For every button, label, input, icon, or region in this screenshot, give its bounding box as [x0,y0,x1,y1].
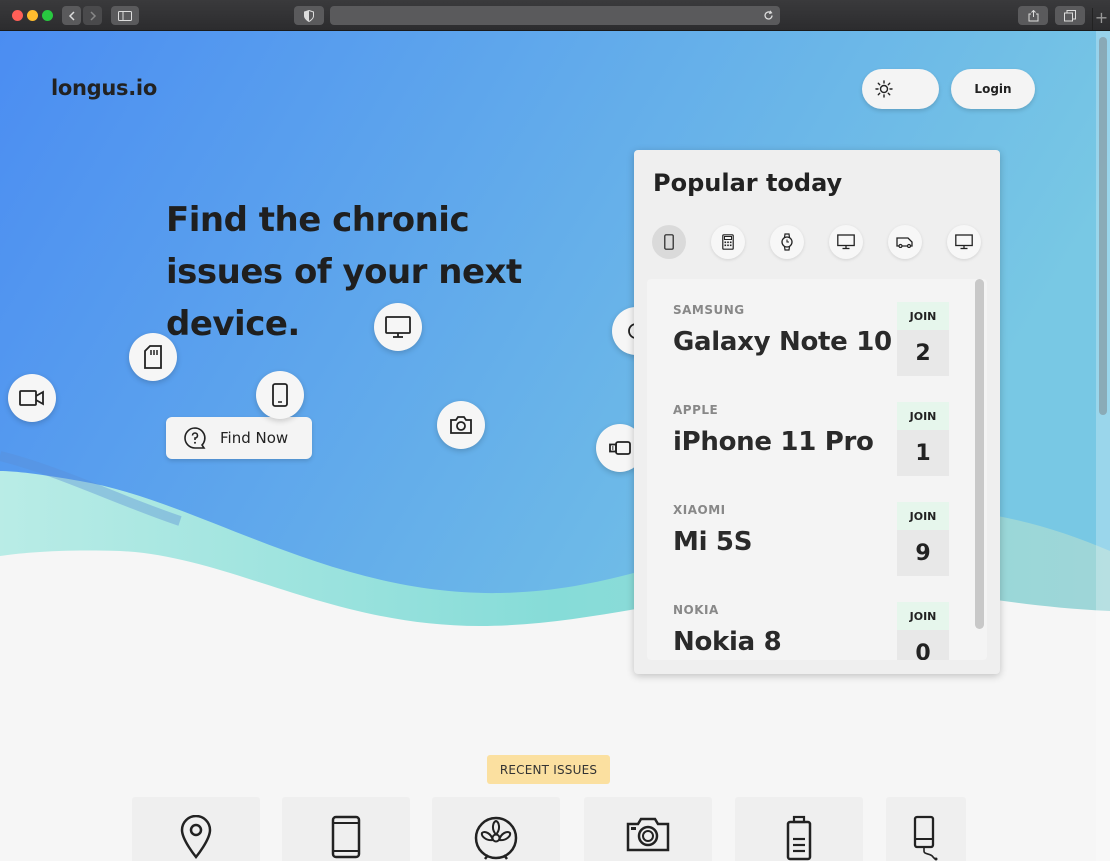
theme-toggle-button[interactable] [862,69,939,109]
join-count: 0 [897,630,949,660]
location-pin-icon [180,815,212,859]
chevron-right-icon [89,10,96,21]
smartphone-icon [331,815,361,859]
page-scrollbar[interactable] [1096,31,1110,861]
category-phone[interactable] [652,225,686,259]
battery-icon [786,815,812,861]
monitor-icon [385,316,411,338]
join-button[interactable]: JOIN 9 [897,502,949,576]
device-model: Galaxy Note 10 [673,327,892,357]
phone-icon [272,383,288,407]
device-brand: APPLE [673,403,719,417]
join-label: JOIN [897,402,949,430]
recent-issue-tile[interactable] [132,797,260,861]
site-logo[interactable]: longus.io [51,76,157,100]
tabs-overview-button[interactable] [1055,6,1085,25]
list-item[interactable]: SAMSUNG Galaxy Note 10 JOIN 2 [673,302,963,393]
watch-icon [781,233,793,251]
chevron-left-icon [68,10,75,21]
back-button[interactable] [62,6,81,25]
address-bar[interactable] [330,6,780,25]
desktop-icon [955,234,973,250]
sun-icon [875,80,893,98]
recent-issue-tile[interactable] [735,797,863,861]
sidebar-icon [118,10,132,21]
phone-float[interactable] [256,371,304,419]
recent-issues-label: RECENT ISSUES [487,755,610,784]
device-brand: SAMSUNG [673,303,745,317]
find-now-label: Find Now [220,429,289,447]
calculator-icon [722,234,734,250]
join-count: 1 [897,430,949,476]
video-camera-float[interactable] [8,374,56,422]
list-item[interactable]: APPLE iPhone 11 Pro JOIN 1 [673,402,963,493]
close-window-button[interactable] [12,10,23,21]
tabs-icon [1064,9,1076,21]
category-van[interactable] [888,225,922,259]
charging-phone-icon [913,815,938,861]
category-monitor[interactable] [829,225,863,259]
share-button[interactable] [1018,6,1048,25]
join-count: 2 [897,330,949,376]
device-model: iPhone 11 Pro [673,427,874,457]
category-watch[interactable] [770,225,804,259]
maximize-window-button[interactable] [42,10,53,21]
recent-issue-tile[interactable] [432,797,560,861]
browser-toolbar: + [0,0,1110,31]
join-label: JOIN [897,302,949,330]
popular-today-panel: Popular today SAMSUNG Galaxy Note 10 JOI… [634,150,1000,674]
join-button[interactable]: JOIN 1 [897,402,949,476]
join-label: JOIN [897,502,949,530]
privacy-report-button[interactable] [294,6,324,25]
van-icon [896,237,913,248]
list-scrollbar[interactable] [975,279,984,660]
sidebar-toggle-button[interactable] [111,6,139,25]
device-model: Mi 5S [673,527,753,557]
camera-float[interactable] [437,401,485,449]
usb-icon [609,441,631,455]
phone-icon [664,234,674,250]
monitor-icon [837,234,855,250]
login-button[interactable]: Login [951,69,1035,109]
share-icon [1028,9,1038,21]
list-item[interactable]: NOKIA Nokia 8 JOIN 0 [673,602,963,660]
join-button[interactable]: JOIN 2 [897,302,949,376]
popular-title: Popular today [653,169,843,197]
find-now-button[interactable]: Find Now [166,417,312,459]
monitor-float[interactable] [374,303,422,351]
popular-devices-list[interactable]: SAMSUNG Galaxy Note 10 JOIN 2 APPLE iPho… [647,279,987,660]
category-calculator[interactable] [711,225,745,259]
list-item[interactable]: XIAOMI Mi 5S JOIN 9 [673,502,963,593]
recent-issue-tile[interactable] [584,797,712,861]
camera-icon [626,817,670,852]
reload-icon[interactable] [763,10,774,21]
recent-issue-tile[interactable] [282,797,410,861]
category-desktop[interactable] [947,225,981,259]
join-count: 9 [897,530,949,576]
list-scroll-thumb[interactable] [975,279,984,629]
camera-icon [450,416,472,434]
device-model: Nokia 8 [673,627,782,657]
join-button[interactable]: JOIN 0 [897,602,949,660]
category-filter [652,225,984,259]
device-brand: NOKIA [673,603,719,617]
sd-card-icon [144,345,162,369]
new-tab-button[interactable]: + [1092,8,1110,30]
fan-icon [474,816,518,860]
hero-headline: Find the chronic issues of your next dev… [166,200,522,344]
sd-card-float[interactable] [129,333,177,381]
forward-button[interactable] [83,6,102,25]
join-label: JOIN [897,602,949,630]
device-brand: XIAOMI [673,503,726,517]
shield-icon [304,9,314,22]
recent-issue-tile[interactable] [886,797,966,861]
web-page: longus.io Login Find the chronic issues … [0,31,1110,861]
question-bubble-icon [184,427,206,449]
minimize-window-button[interactable] [27,10,38,21]
page-scroll-thumb[interactable] [1099,37,1107,415]
video-camera-icon [19,390,44,406]
